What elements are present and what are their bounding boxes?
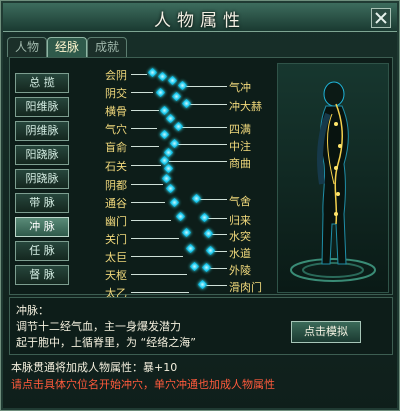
acupoint-label[interactable]: 天枢 <box>105 267 127 283</box>
leader-line <box>169 161 227 162</box>
meridian-yangqiao-button[interactable]: 阳跷脉 <box>15 145 69 165</box>
acupoint-label[interactable]: 气舍 <box>229 193 251 209</box>
acupoint-node[interactable] <box>205 245 216 256</box>
acupoint-node[interactable] <box>165 113 176 124</box>
acupoint-node[interactable] <box>191 193 202 204</box>
leader-line <box>207 218 227 219</box>
meridian-overview-button[interactable]: 总 揽 <box>15 73 69 93</box>
acupoint-node[interactable] <box>203 228 214 239</box>
window-title: 人物属性 <box>154 11 246 31</box>
acupoint-node[interactable] <box>161 173 172 184</box>
meridian-hint-text: 请点击具体穴位名开始冲穴，单穴冲通也加成人物属性 <box>11 378 275 391</box>
acupoint-node[interactable] <box>157 71 168 82</box>
meridian-yinwei-button[interactable]: 阴维脉 <box>15 121 69 141</box>
acupoint-node[interactable] <box>175 211 186 222</box>
acupoint-label[interactable]: 横骨 <box>105 103 127 119</box>
leader-line <box>197 199 227 200</box>
leader-line <box>183 86 227 87</box>
acupoint-node[interactable] <box>155 87 166 98</box>
acupoint-node[interactable] <box>169 197 180 208</box>
acupoint-label[interactable]: 太巨 <box>105 249 127 265</box>
leader-line <box>131 146 159 147</box>
meridian-yangwei-button[interactable]: 阳维脉 <box>15 97 69 117</box>
meridian-yinqiao-button[interactable]: 阴跷脉 <box>15 169 69 189</box>
acupoint-label[interactable]: 阴都 <box>105 177 127 193</box>
acupoint-label[interactable]: 盲俞 <box>105 139 127 155</box>
leader-line <box>131 202 165 203</box>
acupoint-label[interactable]: 会阴 <box>105 67 127 83</box>
description-line-1: 调节十二经气血，主一身爆发潜力 <box>16 320 181 333</box>
character-figure-panel <box>277 63 389 293</box>
human-meridian-figure <box>290 81 376 282</box>
acupoint-label[interactable]: 水突 <box>229 228 251 244</box>
acupoint-label[interactable]: 气穴 <box>105 121 127 137</box>
acupoint-node[interactable] <box>163 163 174 174</box>
acupoint-label[interactable]: 滑肉门 <box>229 279 262 295</box>
leader-line <box>131 74 147 75</box>
acupoint-node[interactable] <box>199 212 210 223</box>
tab-character[interactable]: 人物 <box>7 37 47 57</box>
acupoint-label[interactable]: 外陵 <box>229 262 251 278</box>
meridian-du-button[interactable]: 督 脉 <box>15 265 69 285</box>
acupoint-node[interactable] <box>181 227 192 238</box>
acupoint-label[interactable]: 幽门 <box>105 213 127 229</box>
acupoint-node[interactable] <box>177 80 188 91</box>
acupoint-label[interactable]: 四满 <box>229 121 251 137</box>
acupoint-diagram: 会阴 阴交 横骨 气穴 盲俞 石关 阴都 通谷 幽门 关门 太巨 天枢 太乙 气… <box>87 63 271 300</box>
acupoint-label[interactable]: 气冲 <box>229 79 251 95</box>
meridian-dai-button[interactable]: 带 脉 <box>15 193 69 213</box>
acupoint-label[interactable]: 水道 <box>229 245 251 261</box>
tab-meridians[interactable]: 经脉 <box>47 37 87 57</box>
acupoint-node[interactable] <box>169 138 180 149</box>
close-button[interactable] <box>371 8 391 28</box>
leader-line <box>131 128 157 129</box>
acupoint-node[interactable] <box>201 262 212 273</box>
acupoint-node[interactable] <box>165 183 176 194</box>
acupoint-label[interactable]: 归来 <box>229 212 251 228</box>
leader-line <box>131 220 171 221</box>
acupoint-node[interactable] <box>189 261 200 272</box>
character-attributes-window: 人物属性 人物 经脉 成就 总 揽 阳维脉 阴维脉 阳跷脉 阴跷脉 带 脉 冲 … <box>0 0 400 411</box>
close-icon <box>375 12 387 24</box>
leader-line <box>131 110 159 111</box>
simulate-button[interactable]: 点击模拟 <box>291 321 361 343</box>
acupoint-label[interactable]: 通谷 <box>105 195 127 211</box>
acupoint-node[interactable] <box>159 105 170 116</box>
acupoint-node[interactable] <box>159 129 170 140</box>
tab-achievements[interactable]: 成就 <box>87 37 127 57</box>
acupoint-label[interactable]: 关门 <box>105 231 127 247</box>
leader-line <box>131 238 179 239</box>
leader-line <box>131 274 187 275</box>
leader-line <box>175 144 227 145</box>
leader-line <box>131 165 161 166</box>
acupoint-label[interactable]: 商曲 <box>229 155 251 171</box>
acupoint-label[interactable]: 冲大赫 <box>229 98 262 114</box>
acupoint-node[interactable] <box>173 121 184 132</box>
acupoint-node[interactable] <box>185 243 196 254</box>
acupoint-node[interactable] <box>147 67 158 78</box>
title-bar[interactable]: 人物属性 <box>3 3 397 32</box>
leader-line <box>131 184 163 185</box>
leader-line <box>185 104 227 105</box>
leader-line <box>131 92 153 93</box>
acupoint-node[interactable] <box>197 279 208 290</box>
acupoint-label[interactable]: 中注 <box>229 138 251 154</box>
meridian-effect-text: 本脉贯通将加成人物属性：暴+10 <box>11 361 178 374</box>
meridian-ren-button[interactable]: 任 脉 <box>15 241 69 261</box>
leader-line <box>131 256 183 257</box>
leader-line <box>179 127 227 128</box>
description-line-2: 起于胞中，上循脊里，为 “经络之海” <box>16 336 196 349</box>
acupoint-node[interactable] <box>167 75 178 86</box>
acupoint-label[interactable]: 石关 <box>105 158 127 174</box>
meridian-chong-button[interactable]: 冲 脉 <box>15 217 69 237</box>
acupoint-node[interactable] <box>171 91 182 102</box>
leader-line <box>131 292 189 293</box>
acupoint-node[interactable] <box>181 98 192 109</box>
leader-line <box>205 285 227 286</box>
description-title: 冲脉： <box>16 304 49 317</box>
acupoint-label[interactable]: 阴交 <box>105 85 127 101</box>
